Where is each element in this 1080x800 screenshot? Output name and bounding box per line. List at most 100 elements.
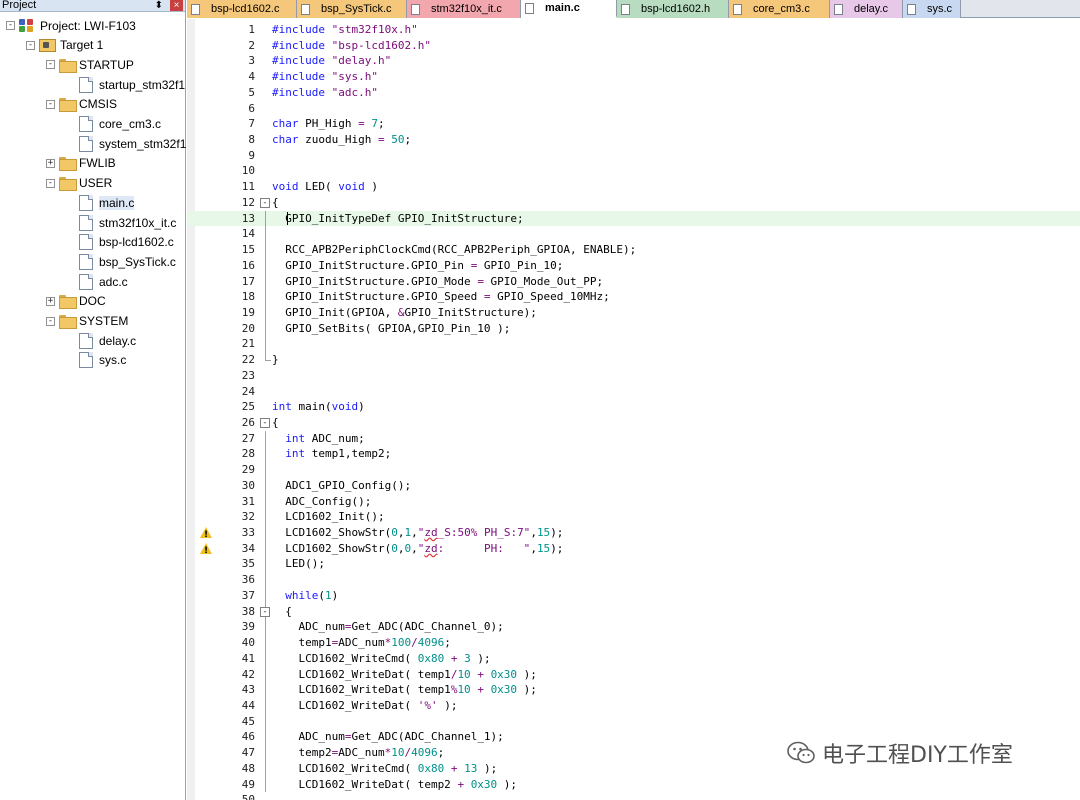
tree-item-doc[interactable]: + DOC: [0, 292, 186, 311]
code-line[interactable]: 24: [187, 384, 1080, 400]
code-editor[interactable]: 1 #include "stm32f10x.h" 2 #include "bsp-lc…: [187, 19, 1080, 800]
fold-guide: [265, 320, 266, 337]
collapse-icon[interactable]: -: [46, 60, 55, 70]
code-line[interactable]: 10: [187, 163, 1080, 179]
close-icon[interactable]: ×: [170, 0, 183, 11]
tree-item-label: DOC: [79, 294, 106, 309]
collapse-icon[interactable]: -: [46, 316, 55, 326]
code-line[interactable]: 37 while(1): [187, 587, 1080, 604]
fold-guide: [265, 462, 266, 478]
code-line[interactable]: 41 LCD1602_WriteCmd( 0x80 + 3 );: [187, 650, 1080, 667]
code-line[interactable]: 49 LCD1602_WriteDat( temp2 + 0x30 );: [187, 776, 1080, 793]
code-line[interactable]: 29: [187, 462, 1080, 478]
tab-core-cm3-c[interactable]: core_cm3.c: [729, 0, 830, 18]
code-line[interactable]: 35 LED();: [187, 556, 1080, 573]
tab-delay-c[interactable]: delay.c: [830, 0, 903, 18]
code-line[interactable]: 9: [187, 148, 1080, 164]
tree-item-label: startup_stm32f1: [99, 77, 186, 92]
code-line[interactable]: 14: [187, 226, 1080, 243]
code-line[interactable]: 19 GPIO_Init(GPIOA, &GPIO_InitStructure)…: [187, 304, 1080, 321]
code-line[interactable]: 50: [187, 792, 1080, 800]
code-line[interactable]: 39 ADC_num=Get_ADC(ADC_Channel_0);: [187, 619, 1080, 636]
tab-bsp-lcd1602-c[interactable]: bsp-lcd1602.c: [187, 0, 297, 18]
code-line[interactable]: 21: [187, 336, 1080, 353]
code-line[interactable]: 5 #include "adc.h": [187, 85, 1080, 101]
code-line[interactable]: 8 char zuodu_High = 50;: [187, 132, 1080, 148]
code-line[interactable]: 23: [187, 368, 1080, 384]
pin-icon[interactable]: ⬍: [155, 0, 163, 11]
code-line[interactable]: 18 GPIO_InitStructure.GPIO_Speed = GPIO_…: [187, 289, 1080, 305]
code-line[interactable]: 1 #include "stm32f10x.h": [187, 22, 1080, 38]
code-line[interactable]: 30 ADC1_GPIO_Config();: [187, 477, 1080, 494]
code-line[interactable]: 33 LCD1602_ShowStr(0,1,"zd_S:50% PH_S:7"…: [187, 525, 1080, 544]
collapse-icon[interactable]: -: [46, 99, 55, 109]
tree-item-project-lwi-f103[interactable]: - Project: LWI-F103: [0, 16, 186, 35]
tree-item-main-c[interactable]: main.c: [0, 193, 186, 212]
file-icon: [907, 3, 916, 15]
code-line[interactable]: 38- {: [187, 603, 1080, 620]
code-text: char PH_High = 7;: [272, 117, 385, 131]
code-line[interactable]: 26-{: [187, 415, 1080, 431]
code-line[interactable]: 2 #include "bsp-lcd1602.h": [187, 38, 1080, 54]
tree-item-target-1[interactable]: - Target 1: [0, 36, 186, 55]
code-line[interactable]: 34 LCD1602_ShowStr(0,0,"zd: PH: ",15);: [187, 540, 1080, 559]
tree-item-fwlib[interactable]: + FWLIB: [0, 154, 186, 173]
code-line[interactable]: 6: [187, 101, 1080, 117]
tree-item-system-stm32f1[interactable]: system_stm32f1: [0, 134, 186, 153]
tab-label: delay.c: [854, 3, 889, 15]
fold-collapse-icon[interactable]: -: [260, 197, 270, 208]
code-line[interactable]: 17 GPIO_InitStructure.GPIO_Mode = GPIO_M…: [187, 273, 1080, 290]
collapse-icon[interactable]: -: [26, 40, 35, 50]
tab-bsp-systick-c[interactable]: bsp_SysTick.c: [297, 0, 407, 18]
tree-item-adc-c[interactable]: adc.c: [0, 272, 186, 291]
tab-sys-c[interactable]: sys.c: [903, 0, 961, 18]
code-line[interactable]: 7 char PH_High = 7;: [187, 116, 1080, 132]
tree-item-sys-c[interactable]: sys.c: [0, 351, 186, 370]
code-line[interactable]: 32 LCD1602_Init();: [187, 509, 1080, 526]
tree-item-cmsis[interactable]: - CMSIS: [0, 95, 186, 114]
code-line[interactable]: 25 int main(void): [187, 399, 1080, 415]
tree-item-bsp-systick-c[interactable]: bsp_SysTick.c: [0, 252, 186, 271]
code-line[interactable]: 40 temp1=ADC_num*100/4096;: [187, 635, 1080, 651]
collapse-icon[interactable]: -: [46, 178, 55, 188]
fold-guide: [265, 273, 266, 290]
tree-item-stm32f10x-it-c[interactable]: stm32f10x_it.c: [0, 213, 186, 232]
code-line[interactable]: 3 #include "delay.h": [187, 53, 1080, 69]
fold-collapse-icon[interactable]: -: [260, 606, 270, 617]
tab-bsp-lcd1602-h[interactable]: bsp-lcd1602.h: [617, 0, 729, 18]
tab-main-c[interactable]: main.c: [521, 0, 617, 18]
line-number: 5: [248, 85, 255, 99]
code-line[interactable]: 16 GPIO_InitStructure.GPIO_Pin = GPIO_Pi…: [187, 257, 1080, 274]
tree-item-delay-c[interactable]: delay.c: [0, 331, 186, 350]
code-line[interactable]: 27 int ADC_num;: [187, 430, 1080, 447]
code-line[interactable]: 43 LCD1602_WriteDat( temp1%10 + 0x30 );: [187, 682, 1080, 698]
tree-item-startup-stm32f1[interactable]: startup_stm32f1: [0, 75, 186, 94]
code-line[interactable]: 28 int temp1,temp2;: [187, 446, 1080, 463]
expand-icon[interactable]: +: [46, 296, 55, 306]
tree-item-bsp-lcd1602-c[interactable]: bsp-lcd1602.c: [0, 233, 186, 252]
tree-item-core-cm3-c[interactable]: core_cm3.c: [0, 115, 186, 134]
code-line[interactable]: 36: [187, 572, 1080, 588]
code-line[interactable]: 13 GPIO_InitTypeDef GPIO_InitStructure;: [187, 210, 1080, 227]
tree-item-startup[interactable]: - STARTUP: [0, 55, 186, 74]
code-line[interactable]: 15 RCC_APB2PeriphClockCmd(RCC_APB2Periph…: [187, 242, 1080, 258]
expand-icon[interactable]: +: [46, 158, 55, 168]
code-line[interactable]: 11 void LED( void ): [187, 179, 1080, 195]
file-icon: [79, 332, 93, 349]
code-line[interactable]: 22}: [187, 352, 1080, 368]
code-line[interactable]: 20 GPIO_SetBits( GPIOA,GPIO_Pin_10 );: [187, 320, 1080, 337]
code-line[interactable]: 44 LCD1602_WriteDat( '%' );: [187, 697, 1080, 714]
code-line[interactable]: 42 LCD1602_WriteDat( temp1/10 + 0x30 );: [187, 666, 1080, 683]
tab-stm32f10x-it-c[interactable]: stm32f10x_it.c: [407, 0, 521, 18]
code-line[interactable]: 45: [187, 713, 1080, 730]
code-line[interactable]: 4 #include "sys.h": [187, 69, 1080, 85]
target-icon: [39, 39, 56, 53]
tree-item-user[interactable]: - USER: [0, 174, 186, 193]
code-text: RCC_APB2PeriphClockCmd(RCC_APB2Periph_GP…: [272, 243, 637, 257]
tree-item-system[interactable]: - SYSTEM: [0, 312, 186, 331]
code-line[interactable]: 12-{: [187, 195, 1080, 211]
code-line[interactable]: 31 ADC_Config();: [187, 493, 1080, 510]
collapse-icon[interactable]: -: [6, 21, 15, 30]
fold-collapse-icon[interactable]: -: [260, 418, 270, 428]
line-number: 33: [241, 526, 255, 540]
